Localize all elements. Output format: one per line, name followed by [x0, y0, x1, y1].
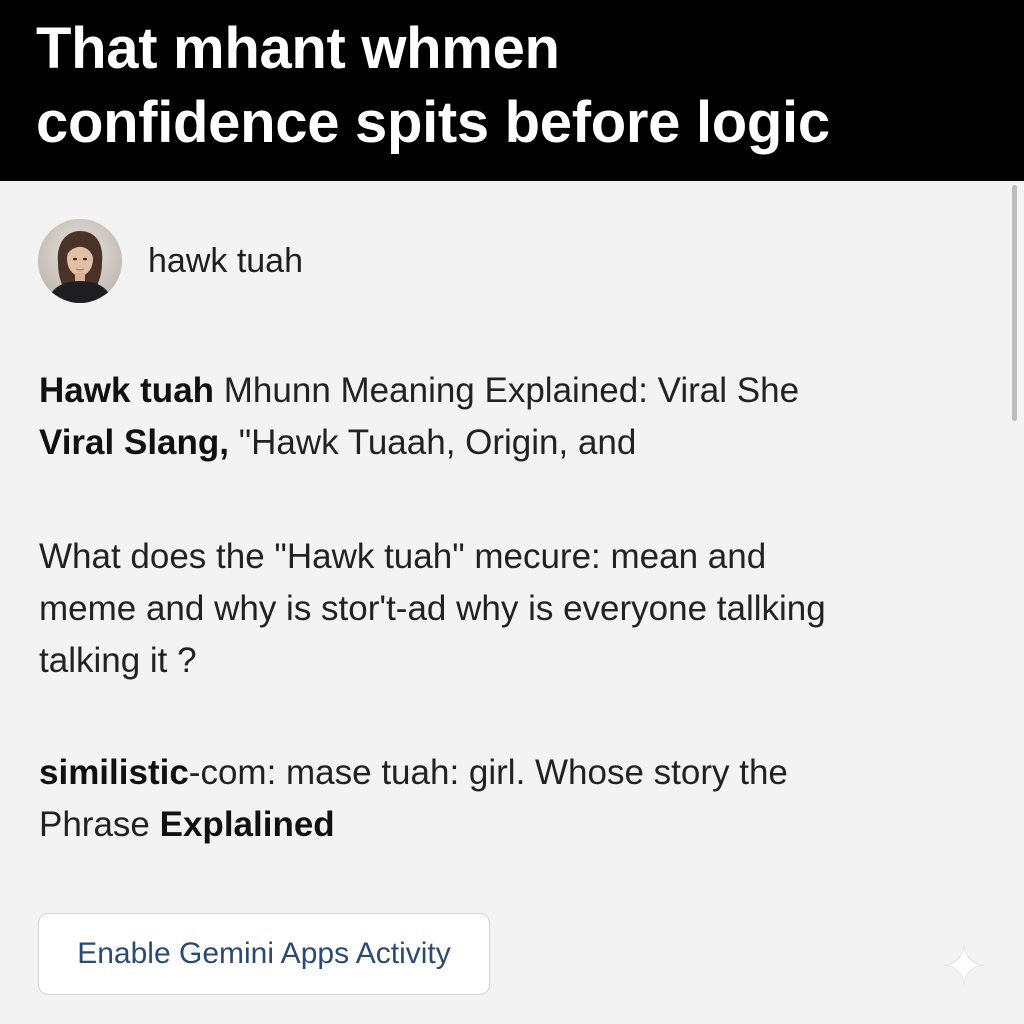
headline-line-2: Viral Slang, "Hawk Tuaah, Origin, and	[39, 417, 964, 469]
headline-text-1: Mhunn Meaning Explained: Viral She	[214, 371, 800, 410]
source-text-2: Phrase	[39, 805, 160, 844]
result-question: What does the "Hawk tuah" mecure: mean a…	[39, 531, 964, 687]
caption-line-1: That mhant whmen	[36, 16, 560, 81]
source-bold-2: Explalined	[159, 805, 335, 844]
question-line-1: What does the "Hawk tuah" mecure: mean a…	[39, 537, 767, 576]
headline-line-1: Hawk tuah Mhunn Meaning Explained: Viral…	[39, 365, 964, 417]
source-text-1: -com: mase tuah: girl. Whose story the	[188, 753, 788, 792]
sparkle-icon	[943, 944, 985, 986]
result-headline: Hawk tuah Mhunn Meaning Explained: Viral…	[39, 365, 964, 469]
person-avatar-icon	[38, 219, 122, 303]
caption-banner: That mhant whmen confidence spits before…	[0, 0, 1024, 181]
enable-activity-button[interactable]: Enable Gemini Apps Activity	[38, 913, 490, 995]
avatar	[38, 219, 122, 303]
scrollbar[interactable]	[1010, 185, 1018, 1021]
source-line-2: Phrase Explalined	[39, 799, 964, 851]
user-message-header: hawk tuah	[38, 219, 303, 303]
headline-bold-1: Hawk tuah	[39, 371, 215, 410]
chat-panel: hawk tuah Hawk tuah Mhunn Meaning Explai…	[0, 181, 1024, 1024]
question-line-3: talking it ?	[39, 641, 197, 680]
caption-line-2: confidence spits before logic	[36, 90, 830, 155]
question-line-2: meme and why is stor't-ad why is everyon…	[39, 589, 826, 628]
headline-text-2: "Hawk Tuaah, Origin, and	[229, 423, 637, 462]
source-bold-1: similistic	[39, 753, 189, 792]
username: hawk tuah	[148, 241, 303, 280]
result-source: similistic-com: mase tuah: girl. Whose s…	[39, 747, 964, 851]
headline-bold-2: Viral Slang,	[39, 423, 229, 462]
source-line-1: similistic-com: mase tuah: girl. Whose s…	[39, 747, 964, 799]
scrollbar-thumb[interactable]	[1012, 185, 1017, 421]
